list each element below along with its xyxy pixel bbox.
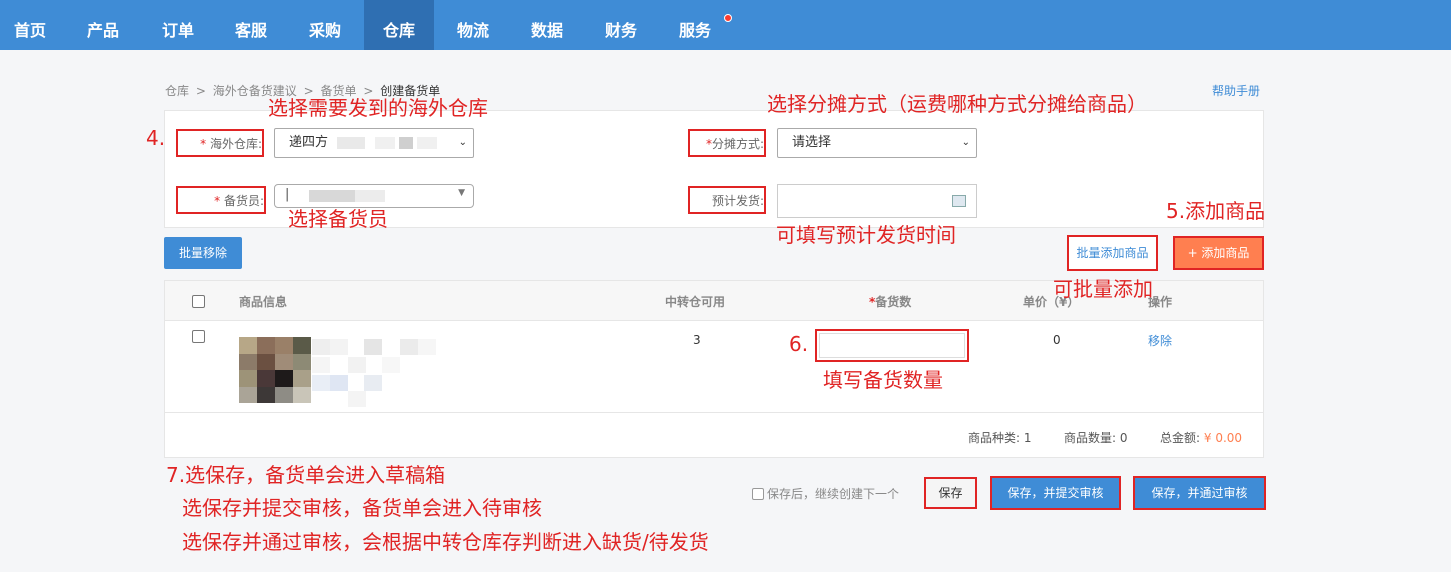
stock-qty-input[interactable]	[815, 329, 969, 362]
annotation-step-6: 6.	[789, 332, 809, 356]
stock-person-value: |	[285, 187, 290, 202]
table-summary: 商品种类: 1 商品数量: 0 总金额: ¥ 0.00	[165, 412, 1263, 457]
expected-ship-label-text: 预计发货:	[711, 194, 764, 208]
product-quantity: 商品数量: 0	[1064, 429, 1128, 446]
chevron-down-icon: ⌄	[961, 137, 970, 148]
nav-item-products[interactable]: 产品	[70, 0, 136, 50]
overseas-warehouse-label: * 海外仓库:	[176, 129, 264, 157]
select-all-checkbox[interactable]	[192, 295, 205, 308]
expected-ship-date-input[interactable]	[777, 184, 977, 218]
stock-person-combobox[interactable]: | ▼	[274, 184, 474, 208]
transit-available-value: 3	[693, 333, 701, 347]
unit-price-value: 0	[1053, 333, 1061, 347]
annotation-save-submit: 选保存并提交审核，备货单会进入待审核	[182, 496, 542, 520]
stock-person-label: * 备货员:	[176, 186, 266, 214]
product-image	[239, 337, 311, 403]
annotation-warehouse: 选择需要发到的海外仓库	[268, 96, 488, 120]
annotation-step-5: 5.添加商品	[1166, 199, 1266, 223]
header-stock-qty-text: 备货数	[875, 295, 912, 309]
total-amount-value: ¥ 0.00	[1203, 431, 1243, 445]
nav-item-home[interactable]: 首页	[0, 0, 60, 50]
save-button[interactable]: 保存	[924, 477, 977, 509]
redacted-block	[364, 375, 382, 391]
save-and-create-next[interactable]: 保存后，继续创建下一个	[752, 485, 899, 502]
redacted-block	[312, 357, 330, 373]
save-submit-review-button[interactable]: 保存，并提交审核	[990, 476, 1121, 510]
product-kinds: 商品种类: 1	[968, 429, 1032, 446]
nav-item-service-label: 服务	[678, 21, 711, 40]
nav-item-logistics[interactable]: 物流	[440, 0, 506, 50]
chevron-down-icon: ⌄	[458, 137, 467, 148]
save-next-checkbox[interactable]	[752, 488, 764, 500]
product-quantity-label: 商品数量:	[1064, 431, 1117, 445]
product-kinds-label: 商品种类:	[968, 431, 1021, 445]
nav-item-orders[interactable]: 订单	[145, 0, 211, 50]
overseas-warehouse-label-text: 海外仓库:	[209, 137, 262, 151]
redacted-block	[330, 339, 348, 355]
save-next-label: 保存后，继续创建下一个	[767, 487, 900, 501]
header-product-info: 商品信息	[239, 295, 288, 309]
redacted-block	[417, 137, 437, 149]
allocation-method-select[interactable]: 请选择 ⌄	[777, 128, 977, 158]
nav-item-data[interactable]: 数据	[514, 0, 580, 50]
annotation-allocation: 选择分摊方式（运费哪种方式分摊给商品）	[767, 92, 1147, 116]
top-nav: 首页 产品 订单 客服 采购 仓库 物流 数据 财务 服务	[0, 0, 1451, 50]
calendar-icon[interactable]	[952, 195, 966, 207]
nav-item-purchase[interactable]: 采购	[292, 0, 358, 50]
annotation-expected-ship: 可填写预计发货时间	[776, 223, 956, 247]
allocation-method-label-text: 分摊方式:	[711, 137, 764, 151]
redacted-block	[312, 339, 330, 355]
overseas-warehouse-select[interactable]: 递四方 ⌄	[274, 128, 474, 158]
expected-ship-label: 预计发货:	[688, 186, 766, 214]
redacted-block	[364, 339, 382, 355]
products-table: 商品信息 中转仓可用 *备货数 单价（¥） 操作 3 0 移除 商品种类: 1 …	[164, 280, 1264, 458]
batch-add-products-button[interactable]: 批量添加商品	[1067, 235, 1158, 271]
annotation-step-7: 7.选保存，备货单会进入草稿箱	[166, 463, 446, 487]
product-quantity-value: 0	[1119, 431, 1128, 445]
caret-down-icon: ▼	[458, 188, 465, 198]
redacted-block	[312, 375, 330, 391]
header-transit-available: 中转仓可用	[665, 295, 726, 309]
stock-qty-field[interactable]	[819, 333, 965, 358]
annotation-stock-qty: 填写备货数量	[823, 368, 943, 392]
required-mark: *	[214, 194, 224, 208]
product-kinds-value: 1	[1023, 431, 1032, 445]
add-product-button[interactable]: + 添加商品	[1173, 236, 1264, 270]
redacted-block	[330, 375, 348, 391]
redacted-block	[355, 190, 385, 202]
redacted-block	[375, 137, 395, 149]
header-stock-qty: *备货数	[869, 293, 911, 310]
remove-link[interactable]: 移除	[1148, 332, 1172, 349]
redacted-block	[348, 391, 366, 407]
nav-item-finance[interactable]: 财务	[588, 0, 654, 50]
redacted-block	[382, 357, 400, 373]
row-checkbox[interactable]	[192, 330, 205, 343]
stock-person-label-text: 备货员:	[223, 194, 264, 208]
redacted-block	[337, 137, 365, 149]
help-manual-link[interactable]: 帮助手册	[1212, 82, 1260, 99]
redacted-block	[418, 339, 436, 355]
breadcrumb-separator: >	[195, 84, 206, 98]
allocation-method-label: *分摊方式:	[688, 129, 766, 157]
breadcrumb-warehouse[interactable]: 仓库	[165, 84, 189, 98]
overseas-warehouse-value: 递四方	[289, 135, 329, 150]
required-mark: *	[200, 137, 210, 151]
nav-item-customer-service[interactable]: 客服	[218, 0, 284, 50]
annotation-stock-person: 选择备货员	[288, 207, 388, 231]
redacted-block	[399, 137, 413, 149]
nav-item-warehouse[interactable]: 仓库	[364, 0, 434, 50]
annotation-save-approve: 选保存并通过审核，会根据中转仓库存判断进入缺货/待发货	[182, 530, 709, 554]
annotation-step-4: 4.	[146, 126, 166, 150]
redacted-block	[348, 357, 366, 373]
redacted-block	[309, 190, 355, 202]
notification-dot-icon	[724, 14, 732, 22]
nav-item-service[interactable]: 服务	[660, 0, 732, 50]
batch-remove-button[interactable]: 批量移除	[164, 237, 242, 269]
save-approve-button[interactable]: 保存，并通过审核	[1133, 476, 1266, 510]
total-amount-label: 总金额:	[1160, 431, 1201, 445]
allocation-method-value: 请选择	[792, 135, 832, 150]
total-amount: 总金额: ¥ 0.00	[1160, 429, 1242, 446]
redacted-block	[400, 339, 418, 355]
annotation-batch-add: 可批量添加	[1053, 277, 1153, 301]
